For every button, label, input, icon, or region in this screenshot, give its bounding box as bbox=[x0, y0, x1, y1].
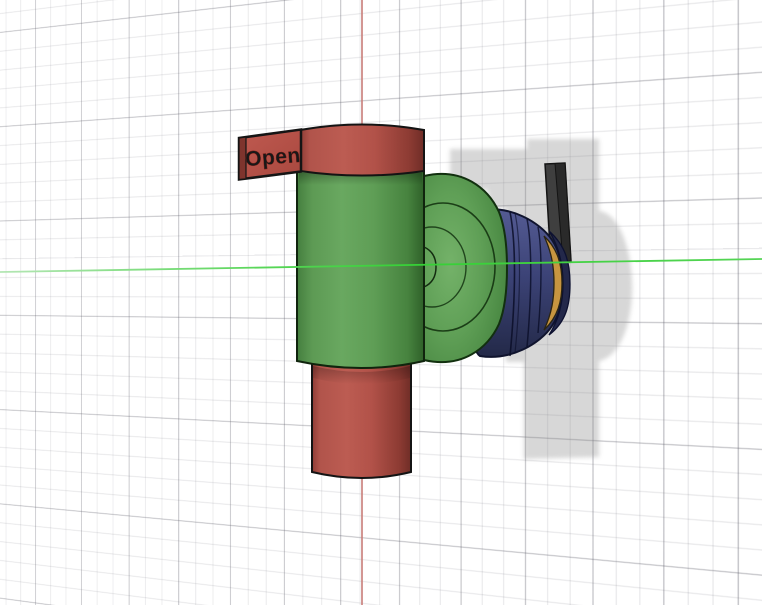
handle-tab[interactable]: Open bbox=[239, 130, 302, 180]
handle-label: Open bbox=[244, 144, 301, 171]
body-cylinder[interactable] bbox=[297, 171, 424, 368]
top-pipe[interactable] bbox=[300, 125, 424, 176]
model-canvas[interactable]: Open bbox=[0, 0, 762, 605]
3d-viewport[interactable]: Open bbox=[0, 0, 762, 605]
